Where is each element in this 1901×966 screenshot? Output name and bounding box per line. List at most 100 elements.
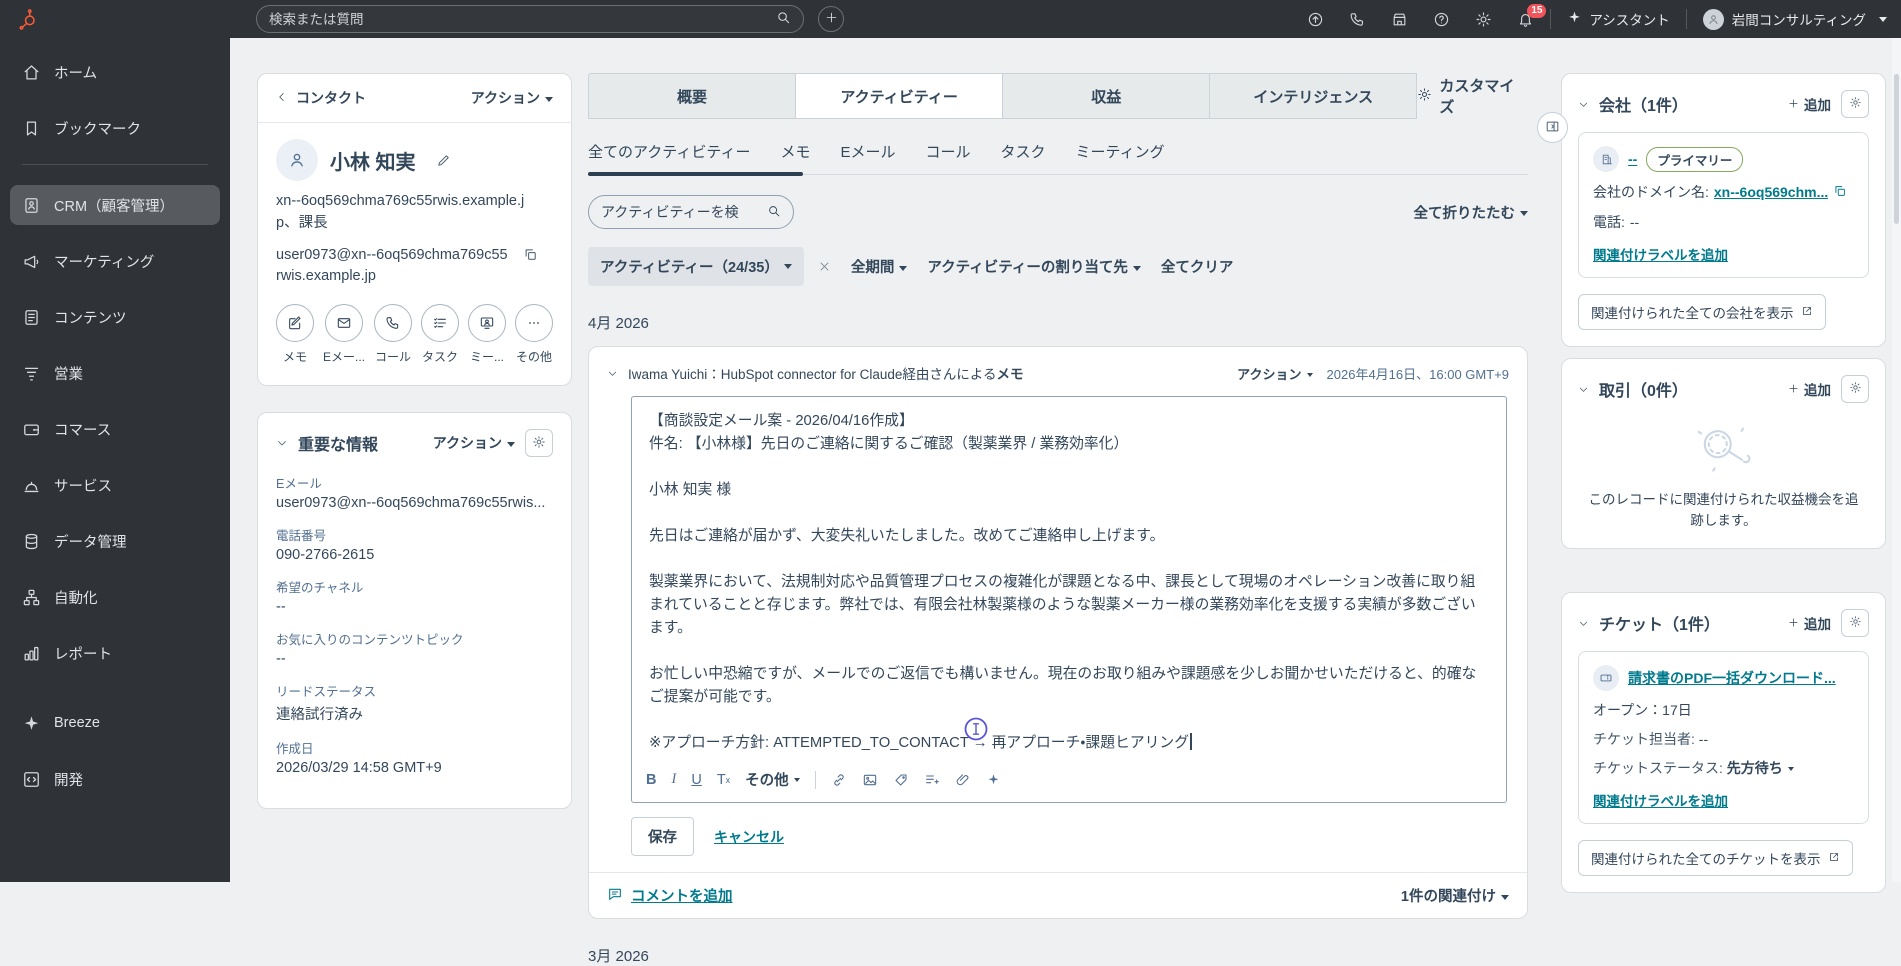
tab-overview[interactable]: 概要 bbox=[588, 73, 797, 119]
add-association-label-link[interactable]: 関連付けラベルを追加 bbox=[1593, 794, 1728, 809]
marketplace-icon[interactable] bbox=[1391, 11, 1408, 28]
note-actions-dropdown[interactable]: アクション bbox=[1237, 364, 1313, 383]
help-icon[interactable] bbox=[1433, 11, 1450, 28]
chevron-down-icon[interactable] bbox=[1578, 384, 1589, 395]
company-domain-link[interactable]: xn--6oq569chm... bbox=[1714, 184, 1828, 200]
deals-settings-button[interactable] bbox=[1841, 375, 1869, 403]
ticket-status-row[interactable]: チケットステータス: 先方待ち bbox=[1593, 758, 1854, 778]
snippet-icon[interactable] bbox=[924, 772, 940, 788]
account-menu[interactable]: 岩間コンサルティング bbox=[1702, 8, 1887, 30]
link-icon[interactable] bbox=[831, 772, 847, 788]
add-comment-link[interactable]: コメントを追加 bbox=[607, 885, 733, 906]
save-button[interactable]: 保存 bbox=[631, 817, 694, 856]
subtab-calls[interactable]: コール bbox=[925, 141, 970, 174]
assistant-button[interactable]: アシスタント bbox=[1567, 9, 1670, 29]
quick-action-call[interactable]: コール bbox=[374, 304, 413, 365]
sidebar-item-reports[interactable]: レポート bbox=[10, 633, 220, 673]
activity-search-input[interactable] bbox=[601, 204, 767, 220]
quick-action-email[interactable]: Eメー... bbox=[323, 304, 365, 365]
notifications-icon[interactable]: 15 bbox=[1517, 3, 1547, 28]
view-all-companies-button[interactable]: 関連付けられた全ての会社を表示 bbox=[1578, 294, 1826, 330]
assignee-filter[interactable]: アクティビティーの割り当て先 bbox=[927, 256, 1141, 277]
chevron-down-icon[interactable] bbox=[276, 437, 288, 449]
settings-icon[interactable] bbox=[1475, 11, 1492, 28]
global-search-input[interactable] bbox=[269, 11, 776, 27]
sidebar-item-data[interactable]: データ管理 bbox=[10, 521, 220, 561]
contact-actions-dropdown[interactable]: アクション bbox=[471, 88, 553, 108]
bold-button[interactable]: B bbox=[646, 772, 656, 788]
subtab-notes[interactable]: メモ bbox=[780, 141, 810, 174]
edit-name-icon[interactable] bbox=[436, 153, 451, 168]
clear-format-button[interactable]: Tx bbox=[717, 772, 730, 788]
subtab-meetings[interactable]: ミーティング bbox=[1076, 141, 1165, 174]
upgrade-icon[interactable] bbox=[1307, 11, 1324, 28]
calling-icon[interactable] bbox=[1349, 11, 1366, 28]
sidebar-item-sales[interactable]: 営業 bbox=[10, 353, 220, 393]
cancel-link[interactable]: キャンセル bbox=[714, 827, 784, 847]
quote-icon[interactable] bbox=[893, 772, 909, 788]
sidebar-item-crm[interactable]: CRM（顧客管理） bbox=[10, 185, 220, 225]
subtab-emails[interactable]: Eメール bbox=[840, 141, 895, 174]
quick-action-task[interactable]: タスク bbox=[421, 304, 460, 365]
period-filter[interactable]: 全期間 bbox=[851, 256, 908, 277]
sidebar-item-commerce[interactable]: コマース bbox=[10, 409, 220, 449]
sidebar-item-home[interactable]: ホーム bbox=[10, 52, 220, 92]
add-company-button[interactable]: 追加 bbox=[1788, 94, 1831, 114]
clear-all-filters[interactable]: 全てクリア bbox=[1161, 256, 1234, 277]
more-formatting-dropdown[interactable]: その他 bbox=[745, 769, 800, 790]
quick-action-note[interactable]: メモ bbox=[276, 304, 314, 365]
sidebar-item-breeze[interactable]: Breeze bbox=[10, 703, 220, 743]
activity-search[interactable] bbox=[588, 195, 794, 229]
tab-revenue[interactable]: 収益 bbox=[1002, 73, 1211, 119]
tab-activities[interactable]: アクティビティー bbox=[795, 73, 1004, 119]
sidebar-item-content[interactable]: コンテンツ bbox=[10, 297, 220, 337]
italic-button[interactable]: I bbox=[671, 771, 676, 788]
about-actions-dropdown[interactable]: アクション bbox=[433, 433, 515, 453]
add-deal-button[interactable]: 追加 bbox=[1788, 379, 1831, 399]
global-search[interactable] bbox=[256, 5, 804, 33]
customize-button[interactable]: カスタマイズ bbox=[1417, 73, 1528, 119]
about-settings-button[interactable] bbox=[525, 429, 553, 457]
note-editor[interactable]: 【商談設定メール案 - 2026/04/16作成】 件名: 【小林様】先日のご連… bbox=[631, 396, 1507, 803]
sidebar-item-bookmarks[interactable]: ブックマーク bbox=[10, 108, 220, 148]
contact-email[interactable]: user0973@xn--6oq569chma769c55rwis.exampl… bbox=[276, 247, 508, 285]
ai-sparkle-icon[interactable] bbox=[986, 772, 1001, 787]
collapse-right-panel-button[interactable] bbox=[1537, 112, 1568, 143]
attachment-icon[interactable] bbox=[955, 772, 971, 788]
company-name-link[interactable]: -- bbox=[1628, 151, 1637, 167]
quick-action-meeting[interactable]: ミー... bbox=[468, 304, 507, 365]
global-create-button[interactable] bbox=[818, 6, 844, 32]
hubspot-logo-icon[interactable] bbox=[16, 8, 38, 30]
chevron-down-icon[interactable] bbox=[607, 368, 618, 379]
tab-intelligence[interactable]: インテリジェンス bbox=[1209, 73, 1418, 119]
sidebar-item-dev[interactable]: 開発 bbox=[10, 759, 220, 799]
view-all-tickets-button[interactable]: 関連付けられた全てのチケットを表示 bbox=[1578, 840, 1853, 876]
copy-icon[interactable] bbox=[1833, 184, 1847, 201]
add-association-label-link[interactable]: 関連付けラベルを追加 bbox=[1593, 248, 1728, 263]
companies-settings-button[interactable] bbox=[1841, 90, 1869, 118]
underline-button[interactable]: U bbox=[691, 772, 701, 788]
chevron-down-icon[interactable] bbox=[1578, 618, 1589, 629]
back-to-contacts[interactable]: コンタクト bbox=[276, 88, 366, 108]
scrollbar-thumb[interactable] bbox=[1894, 74, 1899, 224]
quick-action-more[interactable]: その他 bbox=[515, 304, 554, 365]
clear-filter-icon[interactable] bbox=[818, 260, 831, 273]
tickets-settings-button[interactable] bbox=[1841, 609, 1869, 637]
subtab-tasks[interactable]: タスク bbox=[1001, 141, 1046, 174]
sidebar-item-automation[interactable]: 自動化 bbox=[10, 577, 220, 617]
image-icon[interactable] bbox=[862, 772, 878, 788]
copy-icon[interactable] bbox=[523, 247, 538, 270]
sidebar-item-marketing[interactable]: マーケティング bbox=[10, 241, 220, 281]
subtab-all-activities[interactable]: 全てのアクティビティー bbox=[588, 141, 750, 174]
sidebar-item-service[interactable]: サービス bbox=[10, 465, 220, 505]
ticket-name-link[interactable]: 請求書のPDF一括ダウンロード... bbox=[1628, 668, 1836, 688]
ticket-avatar bbox=[1593, 665, 1619, 691]
collapse-all-dropdown[interactable]: 全て折りたたむ bbox=[1414, 202, 1528, 223]
caret-down-icon bbox=[793, 777, 800, 782]
note-editor-text[interactable]: 【商談設定メール案 - 2026/04/16作成】 件名: 【小林様】先日のご連… bbox=[632, 397, 1506, 761]
association-count-dropdown[interactable]: 1件の関連付け bbox=[1401, 885, 1509, 906]
chevron-down-icon[interactable] bbox=[1578, 99, 1589, 110]
activity-type-filter-chip[interactable]: アクティビティー（24/35） bbox=[588, 247, 804, 286]
add-ticket-button[interactable]: 追加 bbox=[1788, 613, 1831, 633]
page-scrollbar[interactable] bbox=[1892, 38, 1901, 882]
